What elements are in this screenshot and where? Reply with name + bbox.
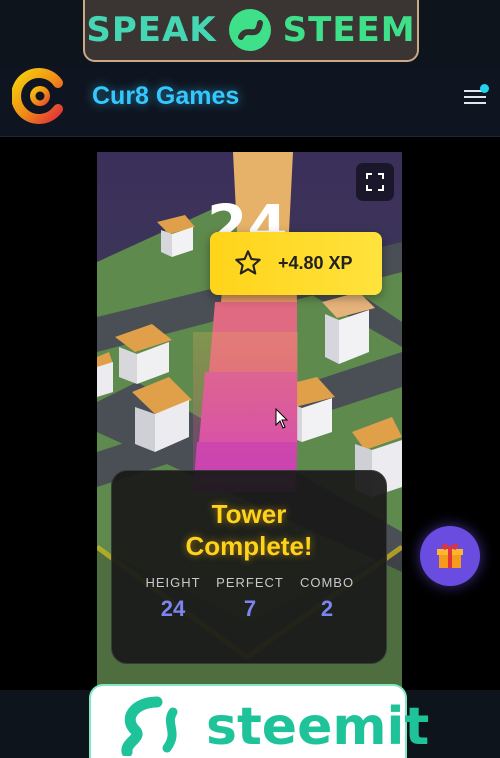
- site-title[interactable]: Cur8 Games: [92, 82, 239, 111]
- result-title-line-1: Tower: [211, 499, 287, 529]
- ad-word-steem: STEEM: [282, 10, 416, 50]
- house-6: [157, 215, 195, 257]
- ad-word-speak: SPEAK: [86, 10, 217, 50]
- xp-toast: +4.80 XP: [210, 232, 382, 295]
- mouse-cursor-icon: [275, 408, 289, 429]
- gift-icon: [437, 543, 463, 568]
- cur8-logo-icon[interactable]: [12, 68, 68, 124]
- stat-value: 24: [160, 596, 186, 621]
- gift-button[interactable]: [420, 526, 480, 586]
- house-7: [97, 352, 113, 397]
- top-ad-bar: SPEAK STEEM: [0, 0, 500, 66]
- steem-logo-icon: [228, 9, 271, 51]
- stat-combo: COMBO 2: [287, 575, 367, 622]
- result-title: Tower Complete!: [112, 498, 386, 562]
- stat-label: COMBO: [299, 575, 355, 590]
- stat-height: HEIGHT 24: [133, 575, 213, 622]
- steemit-wordmark: steemit: [206, 697, 430, 757]
- fullscreen-icon: [366, 173, 384, 191]
- result-title-line-2: Complete!: [185, 531, 313, 561]
- stat-perfect: PERFECT 7: [210, 575, 290, 622]
- menu-button[interactable]: [460, 82, 492, 110]
- stat-label: PERFECT: [216, 575, 284, 590]
- fullscreen-button[interactable]: [356, 163, 394, 201]
- stat-value: 7: [243, 596, 257, 621]
- xp-amount: +4.80 XP: [278, 253, 353, 273]
- stat-label: HEIGHT: [145, 575, 201, 590]
- stat-value: 2: [320, 596, 334, 621]
- speak-steem-ad[interactable]: SPEAK STEEM: [83, 0, 419, 62]
- star-icon: [235, 250, 261, 275]
- site-header: Cur8 Games: [0, 66, 500, 137]
- tower-complete-panel: Tower Complete! HEIGHT 24 PERFECT 7 COMB…: [111, 470, 387, 664]
- steemit-logo-icon: [121, 696, 178, 756]
- steemit-ad[interactable]: steemit: [89, 684, 429, 758]
- notification-dot: [480, 84, 489, 93]
